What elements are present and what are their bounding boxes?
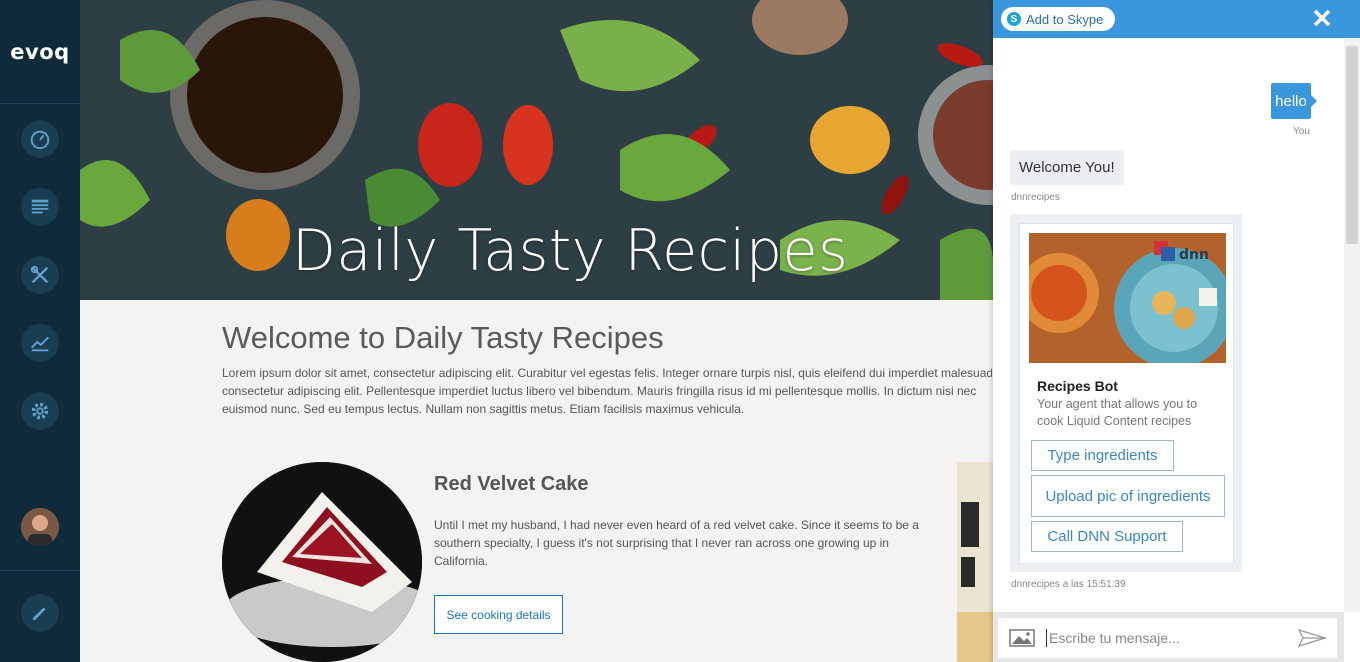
svg-text:dnn: dnn [1179,247,1209,263]
text-caret [1046,629,1047,647]
chat-header: S Add to Skype [993,0,1360,38]
settings-button[interactable] [21,392,59,430]
recipe-desc-line: Until I met my husband, I had never even… [434,518,919,532]
intro-text: Lorem ipsum dolor sit amet, consectetur … [222,364,992,420]
close-icon[interactable] [1312,8,1332,28]
call-dnn-support-button[interactable]: Call DNN Support [1031,521,1183,552]
message-placeholder: Escribe tu mensaje... [1049,630,1180,646]
send-icon[interactable] [1297,628,1327,648]
intro-line: Lorem ipsum dolor sit amet, consectetur … [222,366,992,380]
type-ingredients-button[interactable]: Type ingredients [1031,440,1174,471]
tools-icon [30,265,49,284]
recipe-title[interactable]: Red Velvet Cake [434,473,589,496]
bot-card-container: dnn Recipes Bot Your agent that allows y… [1010,214,1242,572]
dashboard-button[interactable] [21,120,59,158]
bot-message: Welcome You! [1010,150,1124,185]
hero-banner: Daily Tasty Recipes [80,0,993,300]
message-input[interactable]: Escribe tu mensaje... [998,618,1337,658]
add-to-skype-label: Add to Skype [1026,11,1104,27]
recipe-description: Until I met my husband, I had never even… [434,516,934,570]
card-subtitle: Your agent that allows you to cook Liqui… [1037,397,1198,428]
upload-pic-button[interactable]: Upload pic of ingredients [1031,475,1225,517]
avatar[interactable] [21,508,59,546]
pencil-icon [32,607,46,621]
tools-button[interactable] [21,256,59,294]
recipe-desc-line: southern specialty, I guess it's not sur… [434,536,889,550]
bot-message-meta: dnnrecipes [1011,192,1060,203]
sidebar: evoq [0,0,80,662]
dashboard-icon [30,130,50,150]
recipe-desc-line: California. [434,554,489,568]
add-to-skype-button[interactable]: S Add to Skype [1001,7,1116,31]
image-upload-icon[interactable] [1009,629,1035,647]
content-icon [31,199,49,214]
gear-icon [31,402,49,420]
recipes-bot-card: dnn Recipes Bot Your agent that allows y… [1019,223,1234,564]
intro-line: consectetur adipiscing elit. Pellentesqu… [222,384,977,398]
content-button[interactable] [21,188,59,226]
hero-title: Daily Tasty Recipes [292,218,849,284]
user-message-meta: You [1293,126,1310,137]
skype-icon: S [1007,12,1021,26]
sidebar-divider [0,570,80,571]
analytics-button[interactable] [21,324,59,362]
chat-input-area: Escribe tu mensaje... [993,612,1344,662]
card-timestamp: dnnrecipes a las 15:51:39 [1011,579,1126,590]
page-title: Welcome to Daily Tasty Recipes [222,320,664,355]
analytics-icon [31,336,49,352]
chat-panel: S Add to Skype hello You Welcome You! dn… [993,0,1360,662]
recipes-bot-image: dnn [1029,233,1226,363]
card-title: Recipes Bot [1037,378,1118,394]
intro-line: euismod nunc. Sed eu tempus lectus. Null… [222,402,745,416]
chat-scrollbar[interactable] [1346,46,1358,244]
see-cooking-details-button[interactable]: See cooking details [434,595,563,634]
red-velvet-cake-image [222,462,422,662]
next-recipe-image [957,462,993,662]
user-message: hello [1271,83,1317,119]
edit-button[interactable] [21,594,59,632]
evoq-logo: evoq [0,0,80,104]
